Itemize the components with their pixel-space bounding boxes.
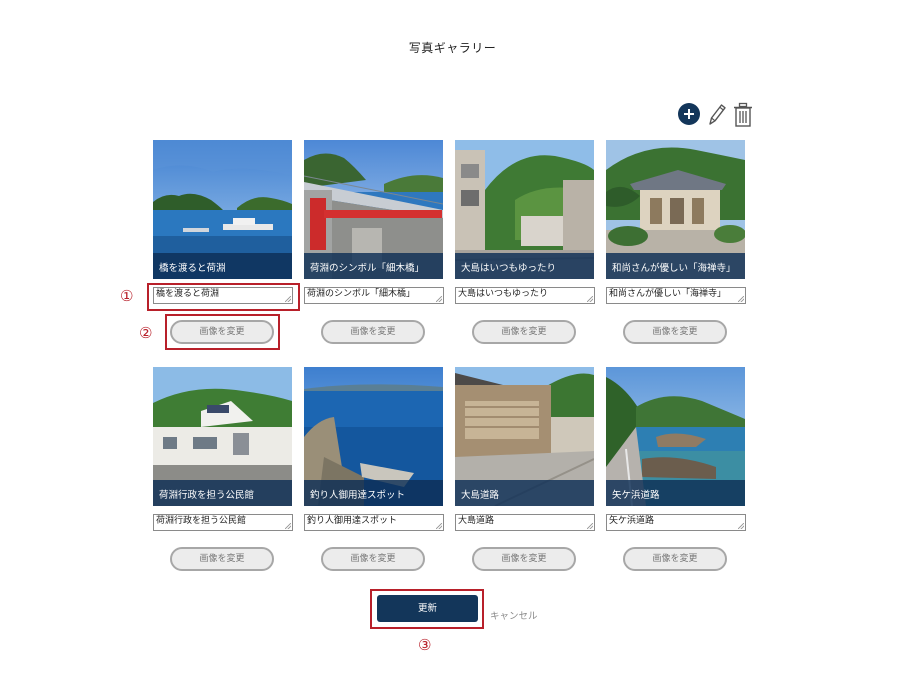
gallery-photo: 橋を渡ると荷淵 — [153, 140, 292, 279]
photo-caption: 和尚さんが優しい「海禅寺」 — [606, 253, 745, 279]
photo-caption: 大島道路 — [455, 480, 594, 506]
change-image-button[interactable]: 画像を変更 — [472, 320, 576, 344]
annotation-box-1 — [147, 283, 300, 311]
change-image-button[interactable]: 画像を変更 — [472, 547, 576, 571]
photo-caption: 荷淵行政を担う公民館 — [153, 480, 292, 506]
caption-input[interactable]: 矢ケ浜道路 — [606, 514, 746, 531]
change-image-button[interactable]: 画像を変更 — [321, 547, 425, 571]
photo-caption: 橋を渡ると荷淵 — [153, 253, 292, 279]
change-image-button[interactable]: 画像を変更 — [623, 320, 727, 344]
change-image-button[interactable]: 画像を変更 — [623, 547, 727, 571]
annotation-number-1: ① — [120, 287, 134, 305]
change-image-button[interactable]: 画像を変更 — [170, 547, 274, 571]
photo-caption: 大島はいつもゆったり — [455, 253, 594, 279]
edit-button[interactable] — [706, 102, 730, 128]
gallery-photo: 和尚さんが優しい「海禅寺」 — [606, 140, 745, 279]
gallery-photo: 荷淵のシンボル「細木橋」 — [304, 140, 443, 279]
photo-caption: 荷淵のシンボル「細木橋」 — [304, 253, 443, 279]
gallery-photo: 大島はいつもゆったり — [455, 140, 594, 279]
annotation-number-2: ② — [139, 324, 153, 342]
annotation-box-2 — [165, 314, 280, 350]
caption-input[interactable]: 釣り人御用達スポット — [304, 514, 444, 531]
caption-input[interactable]: 荷淵行政を担う公民館 — [153, 514, 293, 531]
page-title: 写真ギャラリー — [408, 41, 497, 55]
gallery-photo: 釣り人御用達スポット — [304, 367, 443, 506]
update-button[interactable]: 更新 — [377, 595, 478, 622]
caption-input[interactable]: 荷淵のシンボル「細木橋」 — [304, 287, 444, 304]
change-image-button[interactable]: 画像を変更 — [321, 320, 425, 344]
photo-caption: 釣り人御用達スポット — [304, 480, 443, 506]
add-button[interactable] — [677, 102, 701, 128]
caption-input[interactable]: 大島道路 — [455, 514, 595, 531]
pencil-icon — [709, 104, 726, 125]
gallery-photo: 矢ケ浜道路 — [606, 367, 745, 506]
cancel-link[interactable]: キャンセル — [490, 608, 538, 622]
trash-icon — [734, 102, 752, 127]
annotation-number-3: ③ — [418, 636, 432, 654]
caption-input[interactable]: 和尚さんが優しい「海禅寺」 — [606, 287, 746, 304]
delete-button[interactable] — [732, 102, 756, 128]
gallery-photo: 荷淵行政を担う公民館 — [153, 367, 292, 506]
caption-input[interactable]: 大島はいつもゆったり — [455, 287, 595, 304]
photo-caption: 矢ケ浜道路 — [606, 480, 745, 506]
gallery-photo: 大島道路 — [455, 367, 594, 506]
